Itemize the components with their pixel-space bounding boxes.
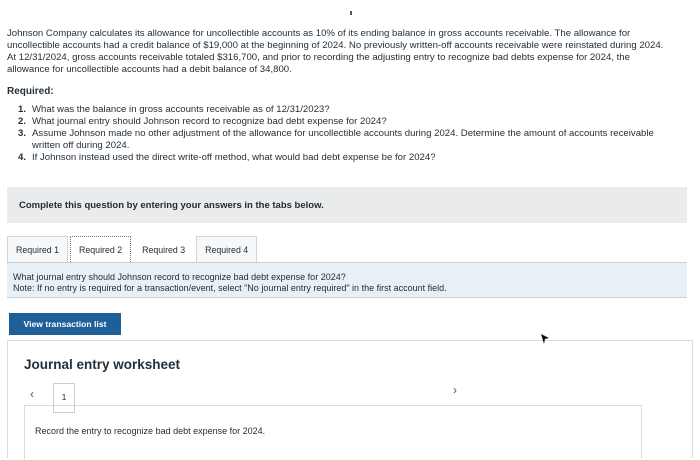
problem-intro: Johnson Company calculates its allowance… <box>7 28 664 75</box>
stray-mark <box>350 11 352 15</box>
requirement-item: 1. What was the balance in gross account… <box>18 104 658 116</box>
question-text: What journal entry should Johnson record… <box>13 272 346 282</box>
view-transaction-list-button[interactable]: View transaction list <box>9 313 121 335</box>
instructions-text: Complete this question by entering your … <box>19 200 324 211</box>
requirement-text: What journal entry should Johnson record… <box>32 116 387 127</box>
requirement-text: Assume Johnson made no other adjustment … <box>32 128 654 151</box>
question-panel: What journal entry should Johnson record… <box>7 262 687 298</box>
requirement-tabs: Required 1 Required 2 Required 3 Require… <box>7 236 259 262</box>
chevron-right-icon[interactable]: › <box>453 383 457 397</box>
tab-required-3[interactable]: Required 3 <box>133 236 194 262</box>
requirement-text: What was the balance in gross accounts r… <box>32 104 330 115</box>
entry-panel: Record the entry to recognize bad debt e… <box>24 405 642 459</box>
question-note: Note: If no entry is required for a tran… <box>13 283 447 293</box>
required-heading: Required: <box>7 86 54 97</box>
requirement-item: 3. Assume Johnson made no other adjustme… <box>18 128 658 152</box>
mouse-cursor-icon <box>541 334 549 344</box>
requirement-text: If Johnson instead used the direct write… <box>32 152 436 163</box>
instructions-banner: Complete this question by entering your … <box>7 187 687 223</box>
entry-prompt: Record the entry to recognize bad debt e… <box>35 426 266 436</box>
requirement-number: 2. <box>18 116 27 127</box>
tab-required-1[interactable]: Required 1 <box>7 236 69 262</box>
worksheet-title: Journal entry worksheet <box>24 357 181 372</box>
requirement-number: 1. <box>18 104 27 115</box>
tab-required-4[interactable]: Required 4 <box>196 236 258 262</box>
requirement-item: 4. If Johnson instead used the direct wr… <box>18 152 658 164</box>
requirements-list: 1. What was the balance in gross account… <box>18 104 658 164</box>
requirement-number: 3. <box>18 128 27 139</box>
journal-entry-worksheet: Journal entry worksheet ‹ 1 › Record the… <box>7 340 693 459</box>
requirement-item: 2. What journal entry should Johnson rec… <box>18 116 658 128</box>
chevron-left-icon[interactable]: ‹ <box>30 387 34 401</box>
requirement-number: 4. <box>18 152 27 163</box>
tab-required-2[interactable]: Required 2 <box>70 236 132 262</box>
